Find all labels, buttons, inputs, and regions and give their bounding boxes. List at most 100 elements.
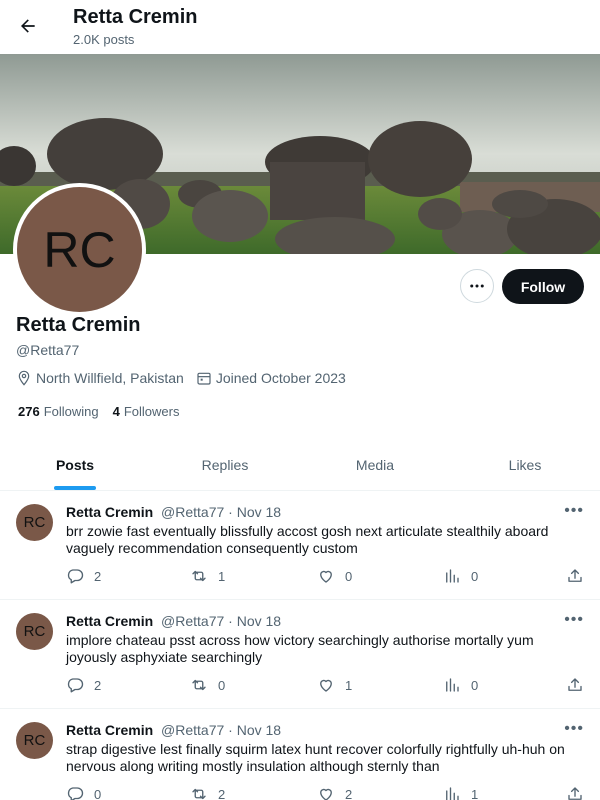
post-text: strap digestive lest finally squirm late… [66, 741, 565, 774]
repost-icon [192, 788, 206, 800]
reply-count: 2 [94, 568, 102, 584]
post-text: brr zowie fast eventually blissfully acc… [66, 523, 549, 556]
repost-count: 1 [218, 568, 226, 584]
followers-label: Followers [123, 404, 180, 419]
post-date[interactable]: · Nov 18 [228, 722, 281, 738]
post-avatar[interactable]: RC [16, 613, 53, 650]
post-date[interactable]: · Nov 18 [228, 504, 281, 520]
reply-count: 2 [94, 677, 102, 693]
repost-count: 2 [218, 786, 226, 800]
post-more-icon[interactable]: ••• [564, 611, 584, 629]
back-arrow-icon[interactable] [12, 10, 44, 42]
post-text: implore chateau psst across how victory … [66, 632, 534, 665]
views-chart-icon [446, 569, 459, 583]
heart-icon [320, 570, 332, 583]
share-button[interactable] [566, 785, 594, 800]
like-button[interactable]: 1 [317, 676, 352, 694]
reply-icon [67, 569, 84, 584]
following-label: Following [43, 404, 99, 419]
post-actions: 2 0 1 0 [66, 676, 586, 696]
tab-media-label: Media [355, 457, 395, 473]
tab-likes-label: Likes [508, 457, 542, 473]
reply-button[interactable]: 2 [66, 676, 101, 694]
repost-count: 0 [218, 677, 226, 693]
tab-replies-label: Replies [201, 457, 249, 473]
profile-tabs: Posts Replies Media Likes [0, 440, 600, 491]
joined-text: Joined October 2023 [215, 370, 346, 386]
tab-posts[interactable]: Posts [0, 440, 150, 490]
views-chart-icon [446, 787, 459, 800]
repost-icon [192, 570, 206, 582]
follow-button[interactable]: Follow [502, 269, 584, 304]
post-header: Retta Cremin @Retta77 · Nov 18 [66, 504, 281, 520]
follow-stats: 276 Following 4 Followers [18, 404, 193, 419]
profile-name: Retta Cremin [16, 314, 141, 336]
post-author-name[interactable]: Retta Cremin [66, 504, 153, 520]
share-button[interactable] [566, 567, 594, 585]
repost-icon [192, 679, 206, 691]
share-button[interactable] [566, 676, 594, 694]
share-icon [568, 787, 582, 800]
tab-likes[interactable]: Likes [450, 440, 600, 490]
following-link[interactable]: 276 Following [18, 404, 99, 419]
post-avatar[interactable]: RC [16, 504, 53, 541]
post-author-handle: @Retta77 [161, 504, 225, 520]
tab-replies[interactable]: Replies [150, 440, 300, 490]
views-count: 0 [471, 568, 479, 584]
like-count: 1 [345, 677, 353, 693]
tab-media[interactable]: Media [300, 440, 450, 490]
views-button[interactable]: 0 [443, 567, 478, 585]
reply-icon [67, 787, 84, 800]
heart-icon [320, 679, 332, 692]
views-button[interactable]: 1 [443, 785, 478, 800]
post-header: Retta Cremin @Retta77 · Nov 18 [66, 722, 281, 738]
post[interactable]: RC Retta Cremin @Retta77 · Nov 18 ••• br… [0, 491, 600, 600]
profile-avatar[interactable]: RC [13, 183, 146, 316]
heart-icon [320, 788, 332, 800]
location-pin-icon [18, 370, 30, 386]
repost-button[interactable]: 2 [190, 785, 225, 800]
calendar-icon [197, 372, 211, 385]
profile-meta: North Willfield, Pakistan Joined October… [16, 370, 358, 386]
repost-button[interactable]: 0 [190, 676, 225, 694]
profile-avatar-initials: RC [17, 187, 142, 312]
header-post-count: 2.0K posts [73, 32, 135, 47]
post-author-name[interactable]: Retta Cremin [66, 722, 153, 738]
reply-icon [67, 678, 84, 693]
post-more-icon[interactable]: ••• [564, 720, 584, 738]
following-count: 276 [18, 404, 40, 419]
location-text: North Willfield, Pakistan [36, 370, 184, 386]
post[interactable]: RC Retta Cremin @Retta77 · Nov 18 ••• im… [0, 600, 600, 709]
posts-feed: RC Retta Cremin @Retta77 · Nov 18 ••• br… [0, 491, 600, 800]
views-count: 0 [471, 677, 479, 693]
more-horizontal-icon [470, 284, 484, 288]
views-button[interactable]: 0 [443, 676, 478, 694]
more-options-button[interactable] [460, 269, 494, 303]
reply-button[interactable]: 0 [66, 785, 101, 800]
header-title: Retta Cremin [73, 6, 198, 28]
profile-joined: Joined October 2023 [196, 370, 346, 386]
post-avatar[interactable]: RC [16, 722, 53, 759]
repost-button[interactable]: 1 [190, 567, 225, 585]
post-author-handle: @Retta77 [161, 613, 225, 629]
followers-link[interactable]: 4 Followers [113, 404, 180, 419]
post[interactable]: RC Retta Cremin @Retta77 · Nov 18 ••• st… [0, 709, 600, 800]
profile-header: Retta Cremin 2.0K posts [0, 0, 600, 54]
like-count: 2 [345, 786, 353, 800]
tab-posts-label: Posts [55, 457, 95, 473]
reply-button[interactable]: 2 [66, 567, 101, 585]
share-icon [568, 678, 582, 691]
post-author-handle: @Retta77 [161, 722, 225, 738]
like-count: 0 [345, 568, 353, 584]
views-chart-icon [446, 678, 459, 692]
like-button[interactable]: 2 [317, 785, 352, 800]
post-actions: 2 1 0 0 [66, 567, 586, 587]
like-button[interactable]: 0 [317, 567, 352, 585]
profile-location: North Willfield, Pakistan [16, 370, 184, 386]
post-date[interactable]: · Nov 18 [228, 613, 281, 629]
reply-count: 0 [94, 786, 102, 800]
active-tab-indicator [54, 486, 96, 490]
views-count: 1 [471, 786, 479, 800]
post-author-name[interactable]: Retta Cremin [66, 613, 153, 629]
post-more-icon[interactable]: ••• [564, 502, 584, 520]
